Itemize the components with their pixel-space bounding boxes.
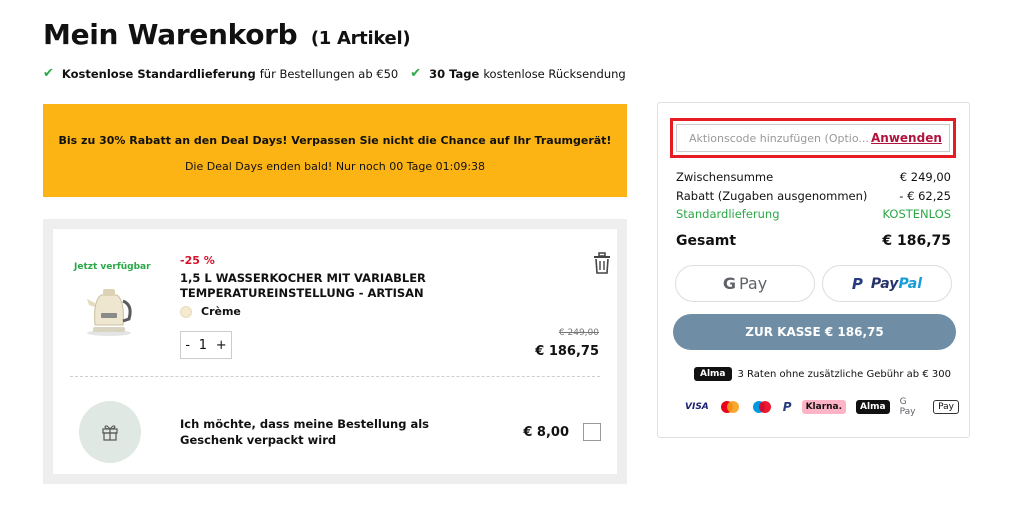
dashed-divider bbox=[70, 376, 600, 377]
benefit-bold: 30 Tage bbox=[429, 66, 480, 81]
quantity-value[interactable]: 1 bbox=[199, 338, 207, 353]
total-value: € 186,75 bbox=[882, 233, 951, 249]
total-label: Gesamt bbox=[676, 233, 737, 249]
gift-icon bbox=[102, 425, 118, 441]
kettle-product-image[interactable] bbox=[79, 279, 139, 337]
google-pay-button[interactable]: G Pay bbox=[675, 265, 815, 302]
shipping-label: Standardlieferung bbox=[676, 207, 780, 221]
subtotal-label: Zwischensumme bbox=[676, 170, 774, 184]
benefit-returns: ✔ 30 Tage kostenlose Rücksendung bbox=[410, 66, 625, 81]
shipping-row: Standardlieferung KOSTENLOS bbox=[676, 207, 951, 221]
variant-label: Crème bbox=[201, 305, 241, 318]
availability-label: Jetzt verfügbar bbox=[74, 262, 151, 272]
promo-code-field-wrapper: Anwenden bbox=[676, 124, 950, 152]
discount-row: Rabatt (Zugaben ausgenommen) - € 62,25 bbox=[676, 189, 951, 203]
subtotal-value: € 249,00 bbox=[899, 170, 951, 184]
benefits-bar: ✔ Kostenlose Standardlieferung für Beste… bbox=[43, 66, 638, 81]
quantity-increase-button[interactable]: + bbox=[216, 338, 227, 353]
shipping-value: KOSTENLOS bbox=[882, 207, 951, 221]
paypal-pay-text: Pay bbox=[870, 275, 899, 292]
klarna-icon: Klarna. bbox=[801, 400, 847, 414]
alma-text: 3 Raten ohne zusätzliche Gebühr ab € 300 bbox=[737, 368, 951, 380]
product-variant: Crème bbox=[180, 305, 241, 318]
gift-icon-circle bbox=[79, 401, 141, 463]
color-swatch bbox=[180, 305, 192, 318]
check-icon: ✔ bbox=[43, 66, 54, 81]
gift-wrap-checkbox[interactable] bbox=[583, 423, 601, 441]
alma-logo: Alma bbox=[694, 367, 732, 381]
page-title: Mein Warenkorb (1 Artikel) bbox=[43, 18, 411, 51]
benefit-free-shipping: ✔ Kostenlose Standardlieferung für Beste… bbox=[43, 66, 398, 81]
discount-badge: -25 % bbox=[180, 254, 215, 267]
promo-countdown: Die Deal Days enden bald! Nur noch 00 Ta… bbox=[184, 160, 486, 173]
alma-small-icon: Alma bbox=[856, 400, 890, 414]
paypal-small-icon: P bbox=[782, 400, 792, 414]
google-pay-label: Pay bbox=[738, 274, 768, 293]
discount-label: Rabatt (Zugaben ausgenommen) bbox=[676, 189, 868, 203]
paypal-button[interactable]: P Pay Pal bbox=[822, 265, 952, 302]
alma-installments: Alma 3 Raten ohne zusätzliche Gebühr ab … bbox=[694, 367, 951, 381]
gift-wrap-price: € 8,00 bbox=[523, 425, 569, 440]
apple-pay-label: Pay bbox=[938, 402, 954, 412]
benefit-bold: Kostenlose Standardlieferung bbox=[61, 66, 256, 81]
google-pay-small-icon: G Pay bbox=[899, 397, 916, 417]
promo-code-box: Anwenden bbox=[670, 118, 956, 158]
subtotal-row: Zwischensumme € 249,00 bbox=[676, 170, 951, 184]
cart-item-card: Jetzt verfügbar -25 % 1,5 L WASSERKOCHER… bbox=[53, 229, 617, 474]
discount-value: - € 62,25 bbox=[899, 189, 951, 203]
trash-icon[interactable] bbox=[593, 252, 611, 274]
quantity-decrease-button[interactable]: - bbox=[185, 338, 190, 353]
checkout-button[interactable]: ZUR KASSE € 186,75 bbox=[673, 314, 956, 350]
benefit-text: für Bestellungen ab €50 bbox=[259, 66, 399, 81]
total-row: Gesamt € 186,75 bbox=[676, 233, 951, 249]
page-title-text: Mein Warenkorb bbox=[43, 18, 298, 51]
product-name[interactable]: 1,5 L WASSERKOCHER MIT VARIABLER TEMPERA… bbox=[180, 271, 480, 301]
cart-panel: Jetzt verfügbar -25 % 1,5 L WASSERKOCHER… bbox=[43, 219, 627, 484]
google-g-icon: G bbox=[722, 274, 736, 293]
old-price: € 249,00 bbox=[558, 328, 599, 338]
paypal-pal-text: Pal bbox=[898, 275, 923, 292]
promo-code-input[interactable] bbox=[677, 131, 869, 145]
item-price: € 186,75 bbox=[535, 344, 599, 359]
order-summary: Anwenden Zwischensumme € 249,00 Rabatt (… bbox=[657, 102, 970, 438]
paypal-icon: P bbox=[851, 274, 863, 293]
benefit-text: kostenlose Rücksendung bbox=[483, 66, 626, 81]
check-icon: ✔ bbox=[410, 66, 422, 81]
apple-pay-icon: Pay bbox=[933, 400, 959, 414]
payment-methods: VISA P Klarna. Alma G Pay Pay bbox=[685, 397, 969, 417]
item-count: (1 Artikel) bbox=[310, 28, 411, 49]
visa-icon: VISA bbox=[685, 402, 709, 412]
quantity-stepper: - 1 + bbox=[180, 331, 232, 359]
maestro-icon bbox=[751, 400, 773, 414]
apply-code-button[interactable]: Anwenden bbox=[871, 131, 942, 145]
gift-wrap-label: Ich möchte, dass meine Bestellung als Ge… bbox=[180, 417, 429, 447]
mastercard-icon bbox=[719, 400, 741, 414]
promo-headline: Bis zu 30% Rabatt an den Deal Days! Verp… bbox=[58, 134, 612, 147]
promo-banner: Bis zu 30% Rabatt an den Deal Days! Verp… bbox=[43, 104, 627, 197]
